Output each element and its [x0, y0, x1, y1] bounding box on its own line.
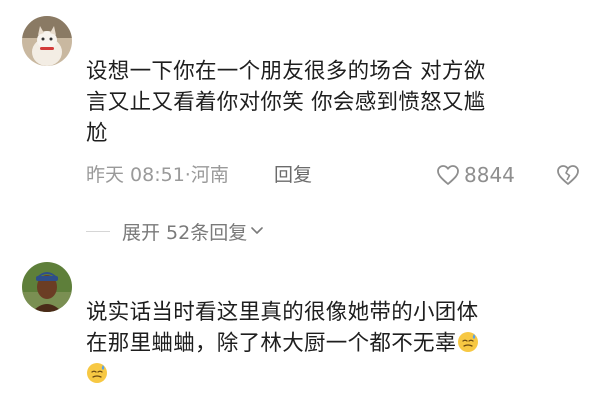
comment-line: 言又止又看着你对你笑 你会感到愤怒又尴 [86, 90, 486, 115]
comment-line-text: 在那里蛐蛐，除了林大厨一个都不无辜 [86, 331, 457, 356]
comment-line: 在那里蛐蛐，除了林大厨一个都不无辜 [86, 328, 582, 359]
comment-line: 说实话当时看这里真的很像她带的小团体 [86, 300, 479, 325]
avatar[interactable] [22, 16, 72, 66]
expand-replies-label: 展开 52条回复 [122, 221, 248, 244]
like-button[interactable]: 8844 [436, 160, 515, 190]
cat-avatar-icon [22, 16, 72, 66]
comment-text: 说实话当时看这里真的很像她带的小团体 在那里蛐蛐，除了林大厨一个都不无辜 [86, 297, 582, 390]
comment-meta: 昨天 08:51·河南 回复 8844 [86, 160, 586, 190]
heart-icon [437, 165, 459, 185]
chevron-down-icon [251, 227, 264, 234]
sweat-smile-emoji-icon [457, 332, 478, 352]
comment-line: 尬 [86, 121, 108, 146]
comment-line: 设想一下你在一个朋友很多的场合 对方欲 [86, 59, 486, 84]
comment-text: 设想一下你在一个朋友很多的场合 对方欲 言又止又看着你对你笑 你会感到愤怒又尴 … [86, 56, 582, 149]
divider-line [86, 230, 110, 232]
expand-replies-button[interactable]: 展开 52条回复 [86, 216, 264, 246]
broken-heart-icon[interactable] [556, 163, 580, 187]
comment-line [86, 359, 582, 390]
reply-button[interactable]: 回复 [274, 160, 312, 190]
like-count: 8844 [464, 163, 515, 187]
sweat-smile-emoji-icon [87, 363, 107, 383]
avatar[interactable] [22, 262, 72, 312]
timestamp-location: 昨天 08:51·河南 [86, 164, 229, 186]
person-avatar-icon [22, 262, 72, 312]
